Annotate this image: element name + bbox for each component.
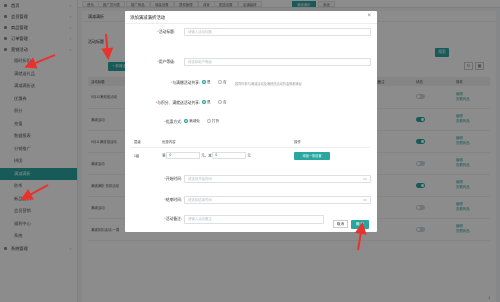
- arrow-to-add-button: [101, 33, 114, 60]
- arrow-to-discount-menu: [20, 184, 49, 200]
- annotation-arrows: [20, 33, 367, 251]
- arrow-to-confirm: [354, 222, 367, 251]
- arrow-to-marketing: [24, 54, 56, 69]
